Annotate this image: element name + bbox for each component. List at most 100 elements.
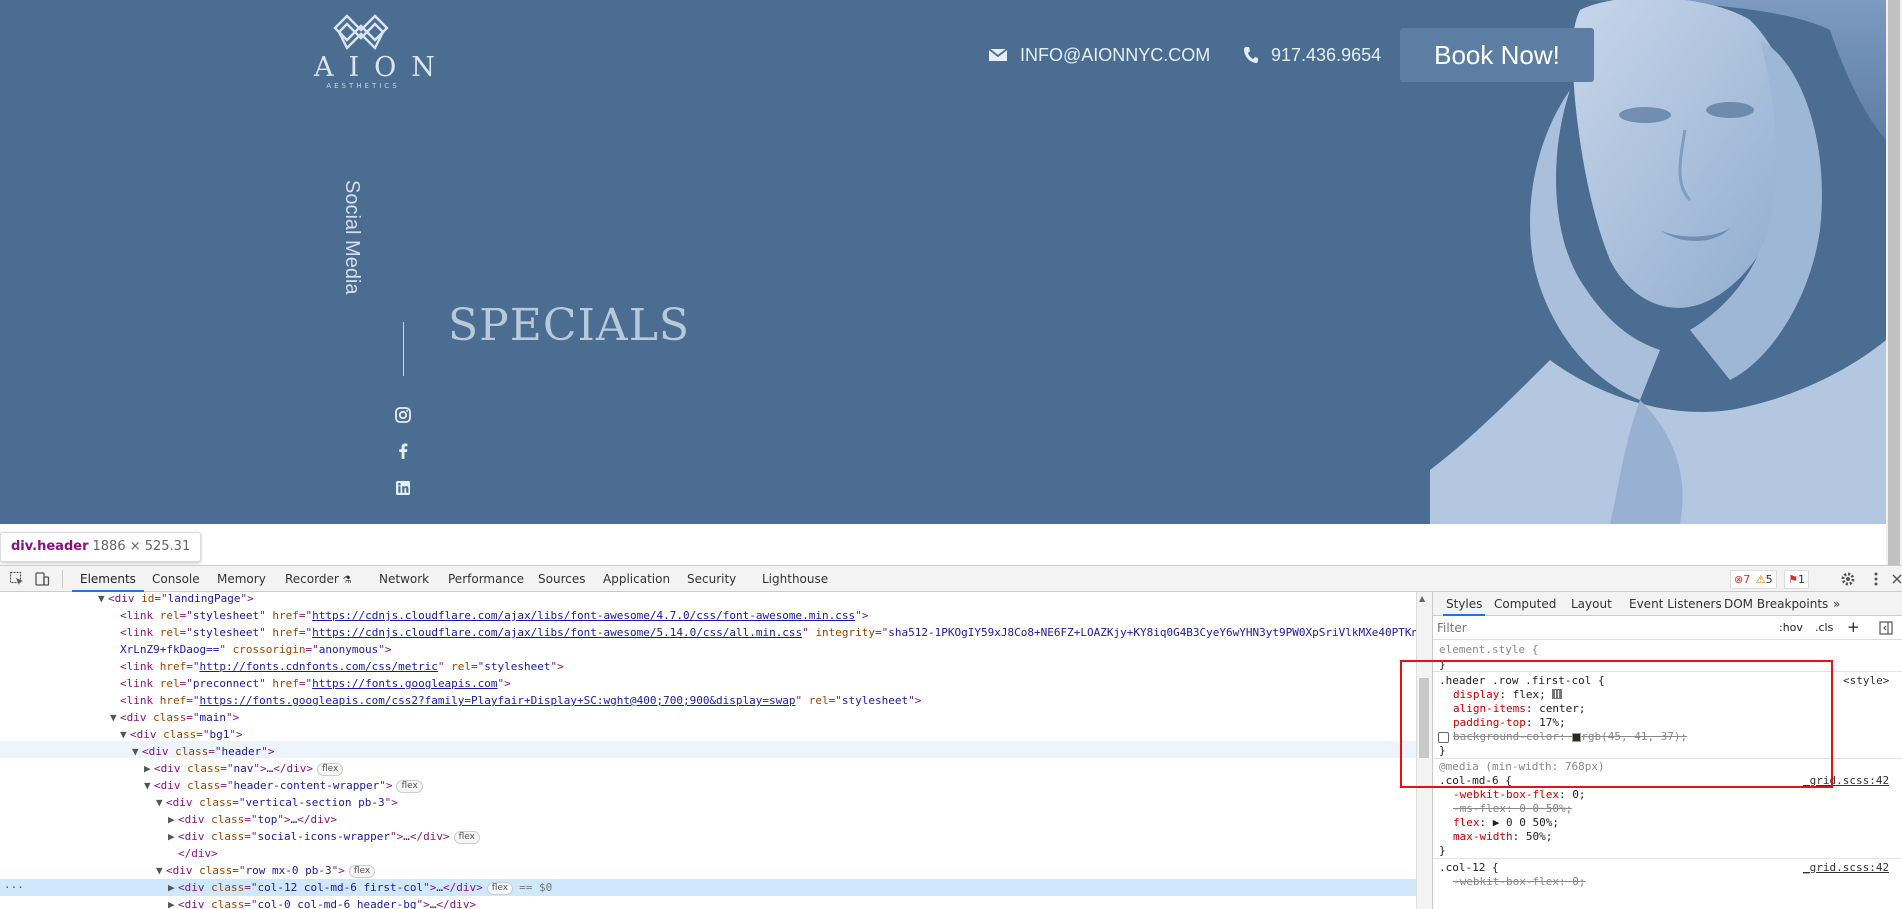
dom-node-line[interactable]: <link rel="stylesheet" href="https://cdn… [110, 624, 1416, 641]
dom-node-line[interactable]: ▼ <div class="vertical-section pb-3"> [156, 794, 398, 811]
tab-lighthouse[interactable]: Lighthouse [762, 566, 828, 592]
dom-node-line[interactable]: <link rel="stylesheet" href="https://cdn… [110, 607, 868, 624]
flex-badge[interactable]: flex [453, 830, 480, 844]
prop-webkit-box-flex[interactable]: -webkit-box-flex: 0; [1453, 788, 1585, 802]
tab-security[interactable]: Security [687, 566, 736, 592]
expand-triangle-icon[interactable]: ▶ [168, 896, 178, 909]
inspect-element-icon[interactable] [9, 571, 25, 587]
dom-token: " [802, 626, 816, 639]
toggle-sidebar-icon[interactable] [1879, 621, 1893, 635]
dom-node-line[interactable]: </div> [168, 845, 218, 862]
tab-application[interactable]: Application [603, 566, 670, 592]
prop-max-width[interactable]: max-width: 50%; [1453, 830, 1552, 844]
dom-token: class [199, 796, 233, 809]
tab-network[interactable]: Network [379, 566, 429, 592]
collapse-triangle-icon[interactable]: ▼ [144, 777, 154, 794]
subtab-styles[interactable]: Styles [1443, 592, 1486, 616]
dom-node-line[interactable]: ▶ <div class="nav">…</div> flex [144, 760, 344, 777]
element-style-selector[interactable]: element.style { [1439, 643, 1538, 657]
prop-ms-flex[interactable]: -ms-flex: 0 0 50%; [1453, 802, 1572, 816]
subtab-more-chevron[interactable]: » [1833, 592, 1840, 616]
header-rule-source[interactable]: <style> [1843, 674, 1889, 688]
dom-token: "> [416, 898, 430, 909]
linkedin-icon[interactable] [394, 479, 412, 497]
scroll-up-arrow-icon[interactable]: ▲ [1419, 594, 1425, 603]
expand-triangle-icon[interactable]: ▶ [168, 811, 178, 828]
new-rule-button[interactable]: + [1847, 618, 1860, 636]
dom-token[interactable]: https://fonts.googleapis.com [312, 677, 497, 690]
dom-token[interactable]: https://fonts.googleapis.com/css2?family… [200, 694, 796, 707]
console-badges[interactable]: ⊗7 ⚠5 ⚑1 [1730, 570, 1809, 589]
dom-node-line[interactable]: ▶ <div class="col-12 col-md-6 first-col">… [168, 879, 552, 896]
tab-performance[interactable]: Performance [448, 566, 524, 592]
flex-badge[interactable]: flex [317, 762, 344, 776]
dom-node-line[interactable]: ▼ <div class="bg1"> [120, 726, 243, 743]
page-scrollbar-thumb[interactable] [1888, 0, 1900, 565]
dom-token[interactable]: http://fonts.cdnfonts.com/css/metric [200, 660, 438, 673]
dom-token: integrity [815, 626, 876, 639]
collapse-triangle-icon[interactable]: ▼ [120, 726, 130, 743]
collapse-triangle-icon[interactable]: ▼ [132, 743, 142, 760]
subtab-layout[interactable]: Layout [1571, 592, 1612, 616]
collapse-triangle-icon[interactable]: ▼ [98, 592, 108, 607]
dom-node-line[interactable]: XrLnZ9+fkDaog==" crossorigin="anonymous"… [110, 641, 392, 658]
col-12-source[interactable]: _grid.scss:42 [1803, 861, 1889, 875]
instagram-icon[interactable] [394, 406, 412, 424]
dom-node-line[interactable]: ▼ <div id="landingPage"> [98, 592, 254, 607]
tab-elements[interactable]: Elements [72, 566, 144, 592]
subtab-dom-breakpoints[interactable]: DOM Breakpoints [1724, 592, 1828, 616]
dom-node-line[interactable]: <link href="http://fonts.cdnfonts.com/cs… [110, 658, 564, 675]
dom-node-line[interactable]: ▼ <div class="main"> [110, 709, 239, 726]
dom-token: social-icons-wrapper [257, 830, 390, 843]
tab-recorder[interactable]: Recorder ⚗ [285, 566, 352, 592]
flex-badge[interactable]: flex [348, 864, 376, 878]
dom-node-line[interactable]: ▶ <div class="col-0 col-md-6 header-bg">…… [168, 896, 476, 909]
error-count: 7 [1743, 573, 1751, 586]
dom-node-line[interactable]: ▼ <div class="header"> [132, 743, 275, 760]
expand-triangle-icon[interactable]: ▶ [168, 828, 178, 845]
dom-token: =" [154, 592, 168, 605]
collapse-triangle-icon[interactable]: ▼ [156, 794, 166, 811]
logo-wordmark: AION [314, 52, 450, 83]
dom-token: =" [186, 694, 200, 707]
dom-node-line[interactable]: ▶ <div class="top">…</div> [168, 811, 337, 828]
collapse-triangle-icon[interactable]: ▼ [156, 862, 166, 879]
tab-console[interactable]: Console [152, 566, 200, 592]
dom-token[interactable]: https://cdnjs.cloudflare.com/ajax/libs/f… [312, 626, 802, 639]
subtab-computed[interactable]: Computed [1494, 592, 1556, 616]
dom-token: =" [179, 609, 193, 622]
subtab-event-listeners[interactable]: Event Listeners [1629, 592, 1722, 616]
collapse-triangle-icon[interactable]: ▼ [110, 709, 120, 726]
dom-node-line[interactable]: ▼ <div class="row mx-0 pb-3"> flex [156, 862, 376, 879]
settings-gear-icon[interactable] [1840, 571, 1856, 587]
dom-token: rel [159, 609, 180, 622]
dom-tree[interactable]: ▼ <div id="landingPage"> <link rel="styles… [0, 592, 1416, 909]
hover-state-toggle[interactable]: :hov [1779, 621, 1803, 634]
prop-flex[interactable]: flex: ▶ 0 0 50%; [1453, 816, 1559, 830]
prop-webkit-box-flex-12[interactable]: -webkit-box-flex: 0; [1453, 875, 1585, 889]
dom-token[interactable]: https://cdnjs.cloudflare.com/ajax/libs/f… [312, 609, 855, 622]
flex-badge[interactable]: flex [486, 881, 514, 895]
col-12-selector[interactable]: .col-12 { [1439, 861, 1499, 875]
expand-triangle-icon[interactable]: ▶ [144, 760, 154, 777]
phone-link[interactable]: 917.436.9654 [1243, 44, 1381, 66]
device-toolbar-icon[interactable] [34, 571, 50, 587]
more-options-icon[interactable] [1868, 571, 1884, 587]
book-now-button[interactable]: Book Now! [1400, 28, 1594, 82]
dom-node-line[interactable]: <link href="https://fonts.googleapis.com… [110, 692, 921, 709]
tab-memory[interactable]: Memory [217, 566, 266, 592]
tab-sources[interactable]: Sources [538, 566, 585, 592]
class-toggle[interactable]: .cls [1815, 621, 1833, 634]
facebook-icon[interactable] [394, 442, 412, 460]
styles-filter-input[interactable] [1437, 619, 1757, 637]
node-actions-ellipsis-icon[interactable]: ··· [4, 879, 24, 896]
dom-node-line[interactable]: <link rel="preconnect" href="https://fon… [110, 675, 511, 692]
aion-logo[interactable]: AION AESTHETICS [302, 12, 450, 91]
dom-token: =" [179, 677, 193, 690]
dom-node-line[interactable]: ▼ <div class="header-content-wrapper"> fle… [144, 777, 423, 794]
expand-triangle-icon[interactable]: ▶ [168, 879, 178, 896]
close-devtools-icon[interactable] [1890, 571, 1902, 587]
dom-node-line[interactable]: ▶ <div class="social-icons-wrapper">…</di… [168, 828, 480, 845]
email-link[interactable]: INFO@AIONNYC.COM [988, 44, 1210, 66]
flex-badge[interactable]: flex [396, 779, 423, 793]
